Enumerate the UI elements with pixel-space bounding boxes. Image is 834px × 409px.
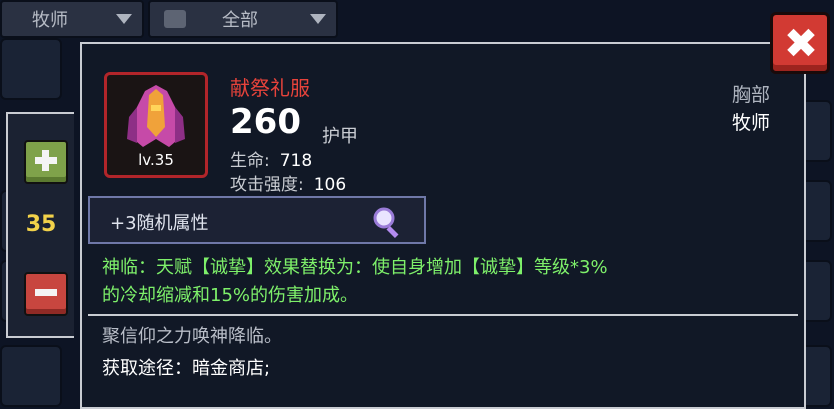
random-attributes-box[interactable]: +3随机属性 (88, 196, 426, 244)
helmet-icon (164, 10, 186, 28)
chevron-down-icon (310, 14, 326, 24)
armor-value: 260 (230, 102, 301, 142)
quantity-value: 35 (25, 212, 57, 237)
increase-quantity-button[interactable] (24, 140, 68, 184)
close-button[interactable] (770, 12, 830, 74)
random-attributes-label: +3随机属性 (110, 213, 209, 234)
stat-attack-power: 攻击强度: 106 (230, 170, 346, 195)
stat-label: 攻击强度: (230, 175, 304, 195)
divider (88, 314, 798, 316)
stat-value: 718 (279, 151, 313, 171)
stat-label: 生命: (230, 151, 270, 171)
item-tooltip: lv.35 献祭礼服 260 护甲 生命: 718 攻击强度: 106 胸部 牧师 … (80, 42, 806, 409)
category-filter-label: 全部 (222, 10, 258, 31)
inventory-slot (0, 38, 62, 100)
effect-line-2: 的冷却缩减和15%的伤害加成。 (102, 285, 359, 306)
category-filter-dropdown[interactable]: 全部 (148, 0, 338, 38)
inventory-slot (0, 345, 62, 407)
decrease-quantity-button[interactable] (24, 272, 68, 316)
item-level: lv.35 (138, 151, 174, 169)
robe-icon (127, 85, 185, 147)
item-lore-text: 聚信仰之力唤神降临。 (102, 326, 282, 347)
item-effect-text: 神临：天赋【诚挚】效果替换为：使自身增加【诚挚】等级*3% 的冷却缩减和15%的… (102, 254, 782, 310)
equipment-class: 牧师 (731, 112, 770, 134)
equipment-slot-type: 胸部 (731, 84, 770, 106)
class-filter-dropdown[interactable]: 牧师 (0, 0, 144, 38)
chevron-down-icon (116, 14, 132, 24)
magnifier-icon[interactable] (370, 204, 406, 240)
item-name: 献祭礼服 (230, 76, 310, 100)
item-source-text: 获取途径：暗金商店; (102, 358, 271, 379)
effect-line-1: 神临：天赋【诚挚】效果替换为：使自身增加【诚挚】等级*3% (102, 257, 608, 278)
stat-value: 106 (313, 175, 347, 195)
armor-label: 护甲 (322, 126, 358, 147)
item-icon-frame: lv.35 (104, 72, 208, 178)
quantity-panel: 35 (6, 112, 74, 338)
class-filter-label: 牧师 (32, 10, 68, 31)
stat-hp: 生命: 718 (230, 146, 312, 171)
minus-icon (35, 289, 57, 296)
